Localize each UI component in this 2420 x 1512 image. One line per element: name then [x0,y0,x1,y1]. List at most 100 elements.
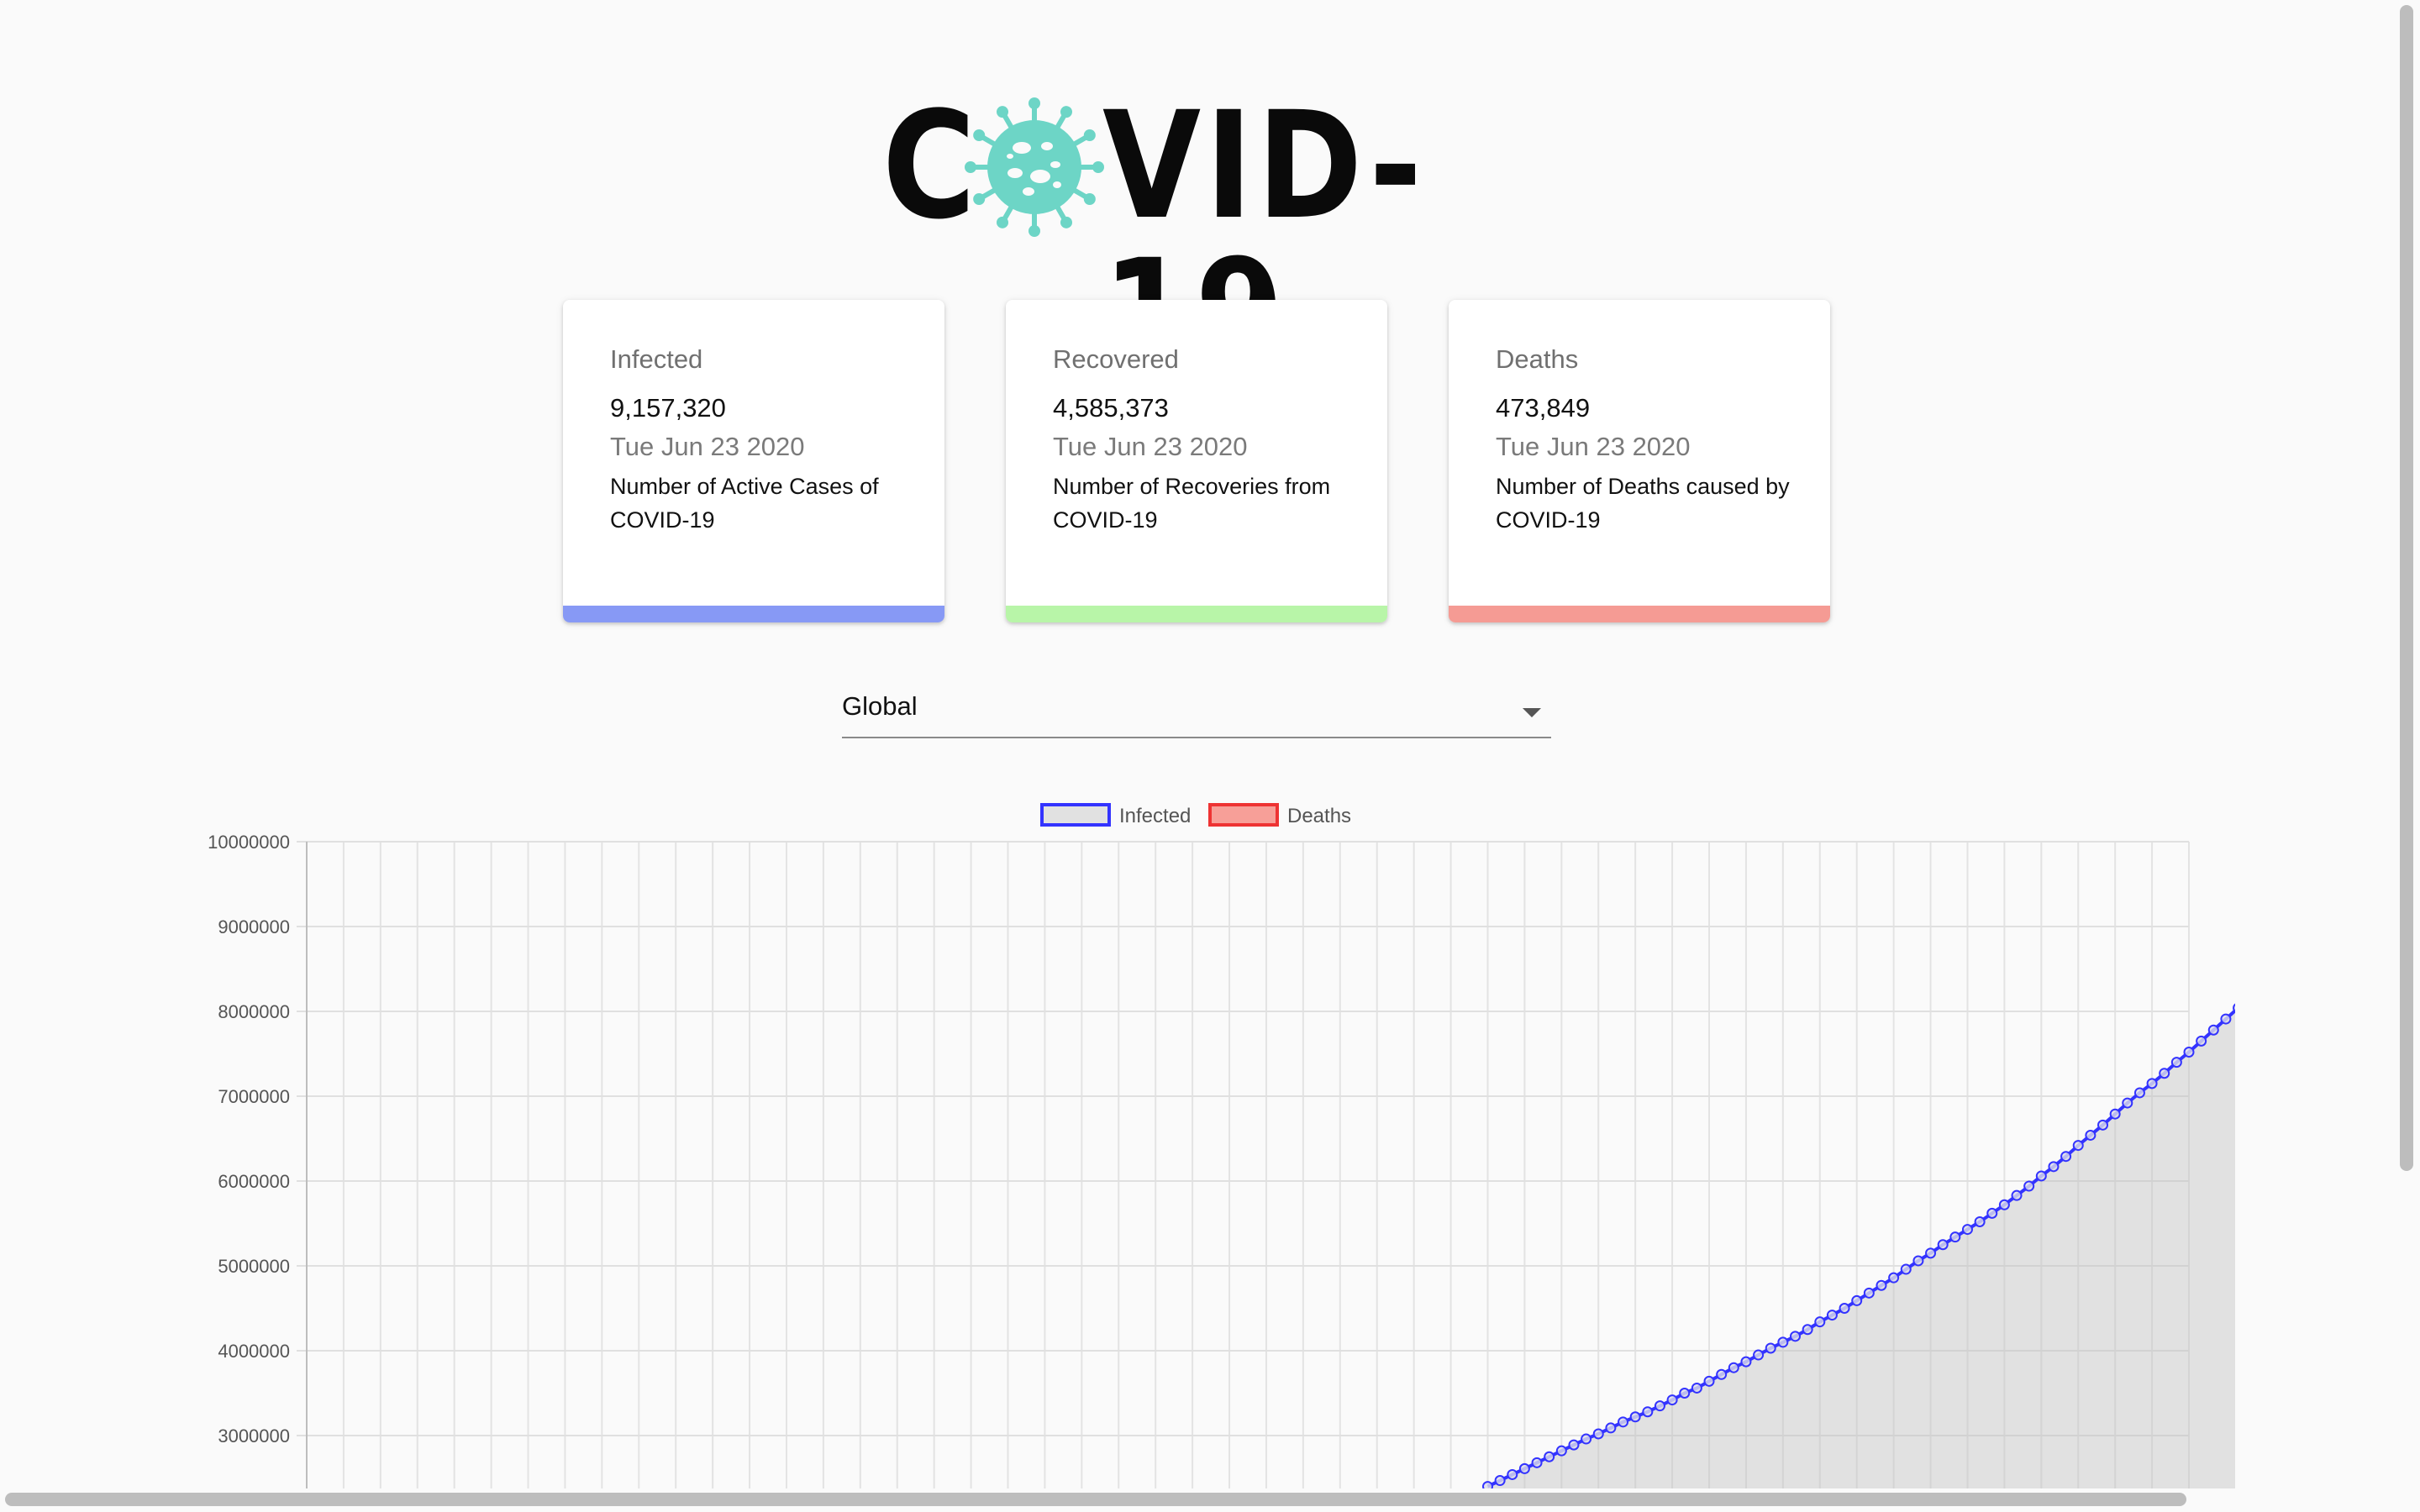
infected-point [1839,1303,1850,1314]
infected-point [1814,1316,1826,1328]
y-tick-label: 9000000 [218,916,290,937]
infected-point [1507,1468,1518,1480]
y-tick-label: 3000000 [218,1425,290,1446]
country-select-value: Global [842,691,918,721]
horizontal-scrollbar-thumb[interactable] [5,1493,2186,1506]
infected-area [1487,1011,2235,1491]
card-count: 473,849 [1496,393,1591,423]
infected-point [1753,1349,1765,1361]
card-color-bar [1006,606,1387,622]
infected-point [2023,1180,2035,1192]
infected-point [1703,1375,1715,1387]
infected-point [1728,1362,1739,1373]
legend-swatch-deaths [1208,803,1279,827]
infected-point [2207,1024,2219,1036]
infected-point [1790,1331,1802,1342]
infected-point [1777,1336,1789,1348]
infected-point [1925,1247,1937,1259]
infected-point [2085,1129,2096,1141]
infected-point [2170,1057,2182,1068]
legend-label-deaths: Deaths [1287,805,1351,827]
virus-icon [965,97,1104,237]
infected-point [1494,1475,1506,1487]
card-date: Tue Jun 23 2020 [610,432,805,461]
infected-point [1679,1388,1691,1399]
infected-point [2060,1151,2072,1163]
infected-point [2183,1046,2195,1058]
infected-point [1544,1451,1555,1462]
infected-point [1605,1422,1617,1434]
card-date: Tue Jun 23 2020 [1496,432,1691,461]
infected-point [2146,1078,2158,1089]
infected-point [1937,1239,1949,1251]
infected-point [1961,1224,1973,1236]
dropdown-arrow-icon[interactable] [1523,708,1541,717]
infected-point [2048,1161,2060,1173]
infected-point [1765,1342,1776,1354]
infected-point [1568,1439,1580,1451]
card-recovered: Recovered 4,585,373 Tue Jun 23 2020 Numb… [1006,300,1387,622]
infected-point [1618,1416,1629,1428]
country-select[interactable]: Global [842,685,1551,738]
card-description: Number of Deaths caused by COVID-19 [1496,474,1790,533]
infected-point [1986,1207,1998,1219]
infected-point [1654,1400,1665,1412]
card-date: Tue Jun 23 2020 [1053,432,1248,461]
y-tick-label: 5000000 [218,1256,290,1277]
infected-point [1949,1231,1961,1243]
infected-point [1581,1433,1592,1445]
infected-point [2122,1097,2133,1109]
infected-point [1555,1445,1567,1457]
infected-point [1518,1462,1530,1474]
y-tick-label: 6000000 [218,1171,290,1192]
infected-point [1802,1324,1813,1336]
card-description: Number of Recoveries from COVID-19 [1053,474,1331,533]
card-title: Deaths [1496,344,1579,374]
infected-point [1876,1279,1887,1291]
infected-point [2133,1087,2145,1099]
infected-point [2159,1068,2170,1079]
infected-point [2035,1170,2047,1182]
infected-point [1912,1255,1924,1267]
card-title: Infected [610,344,703,374]
infected-point [2011,1189,2023,1201]
infected-point [1900,1263,1912,1275]
covid-19-logo: C VID-19 [882,87,1512,388]
stats-cards: Infected 9,157,320 Tue Jun 23 2020 Numbe… [563,300,1830,622]
infected-point [1974,1215,1986,1227]
infected-point [2097,1119,2109,1131]
legend-label-infected: Infected [1119,805,1191,827]
infected-point [2072,1140,2084,1152]
infected-point [1998,1199,2010,1210]
infected-point [1666,1394,1678,1406]
y-tick-label: 7000000 [218,1086,290,1107]
card-color-bar [1449,606,1830,622]
vertical-scrollbar-thumb[interactable] [2400,5,2413,1171]
card-title: Recovered [1053,344,1179,374]
infected-point [2196,1035,2207,1047]
card-infected: Infected 9,157,320 Tue Jun 23 2020 Numbe… [563,300,944,622]
infected-point [1826,1310,1838,1321]
card-description: Number of Active Cases of COVID-19 [610,474,879,533]
y-tick-label: 4000000 [218,1341,290,1362]
chart-canvas: 3000000 4000000 5000000 6000000 7000000 80000… [208,803,2235,1491]
infected-point [2220,1013,2232,1025]
legend-swatch-infected [1040,803,1111,827]
y-tick-label: 10000000 [208,832,290,853]
card-deaths: Deaths 473,849 Tue Jun 23 2020 Number of… [1449,300,1830,622]
card-count: 9,157,320 [610,393,726,423]
card-color-bar [563,606,944,622]
infected-point [2233,1003,2235,1013]
infected-point [1863,1287,1875,1299]
infected-point [1592,1428,1604,1440]
infected-point [1629,1411,1641,1423]
infected-point [1642,1406,1654,1418]
infected-point [1531,1457,1543,1468]
infected-point [1691,1382,1702,1394]
infected-point [1740,1356,1752,1368]
infected-point [1888,1272,1900,1284]
infected-point [1851,1294,1863,1306]
infected-point [2109,1108,2121,1120]
infected-point [1716,1368,1728,1380]
y-tick-label: 8000000 [218,1001,290,1022]
